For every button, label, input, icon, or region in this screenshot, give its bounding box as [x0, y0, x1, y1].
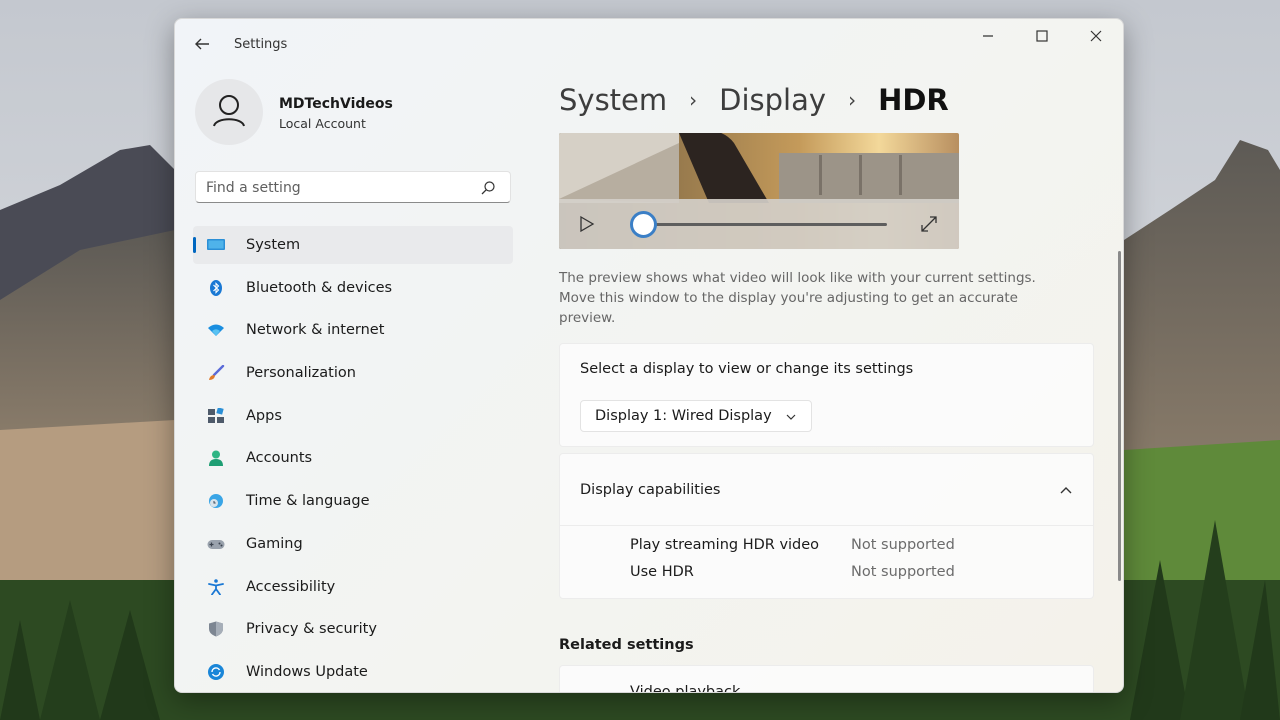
video-playback-card[interactable]: Video playback — [559, 665, 1094, 693]
play-icon[interactable] — [577, 214, 597, 234]
related-settings-heading: Related settings — [559, 637, 694, 653]
sidebar-item-label: Personalization — [246, 365, 356, 382]
capability-label: Use HDR — [630, 564, 694, 580]
apps-icon — [208, 407, 224, 423]
fullscreen-icon[interactable] — [919, 214, 939, 234]
video-controls — [559, 199, 959, 249]
app-title: Settings — [234, 37, 288, 52]
display-capabilities-title: Display capabilities — [580, 482, 721, 498]
globe-clock-icon — [209, 494, 223, 509]
sidebar-item-accounts[interactable]: Accounts — [193, 439, 513, 477]
sidebar-item-label: Bluetooth & devices — [246, 279, 393, 296]
sidebar-item-label: Accounts — [246, 450, 313, 467]
sidebar-item-bluetooth[interactable]: Bluetooth & devices — [193, 269, 513, 307]
sidebar-item-label: Time & language — [246, 493, 370, 510]
scrollbar[interactable] — [1118, 251, 1121, 581]
settings-window: Settings MDTechVideos Local Account Find… — [174, 18, 1124, 693]
breadcrumb-system[interactable]: System — [559, 83, 667, 117]
display-capabilities-card: Display capabilities Play streaming HDR … — [559, 453, 1094, 599]
sidebar-item-label: Gaming — [246, 535, 303, 552]
account-type: Local Account — [279, 116, 366, 131]
hdr-video-preview — [559, 133, 959, 249]
user-icon — [213, 95, 245, 127]
search-box[interactable] — [195, 171, 511, 203]
select-display-title: Select a display to view or change its s… — [580, 361, 914, 377]
sidebar-item-apps[interactable]: Apps — [193, 397, 513, 435]
sidebar-item-system[interactable]: System — [193, 226, 513, 264]
video-playback-label: Video playback — [630, 684, 741, 693]
sidebar-item-gaming[interactable]: Gaming — [193, 525, 513, 563]
video-playback-icon — [582, 692, 602, 693]
update-icon — [208, 663, 224, 680]
monitor-icon — [207, 239, 225, 250]
capability-row: Use HDR Not supported — [630, 564, 1070, 586]
profile-name: MDTechVideos — [279, 96, 393, 112]
capability-value: Not supported — [851, 537, 955, 553]
chevron-down-icon — [786, 414, 796, 420]
display-capabilities-header[interactable]: Display capabilities — [560, 454, 1093, 526]
select-display-card: Select a display to view or change its s… — [559, 343, 1094, 447]
sidebar-item-privacy-security[interactable]: Privacy & security — [193, 610, 513, 648]
display-dropdown-value: Display 1: Wired Display — [595, 408, 772, 424]
breadcrumb: System › Display › HDR — [559, 79, 949, 121]
sidebar-item-personalization[interactable]: Personalization — [193, 354, 513, 392]
search-icon[interactable] — [480, 180, 496, 196]
sidebar-item-label: System — [246, 237, 301, 253]
brush-icon — [209, 365, 225, 381]
avatar[interactable] — [195, 79, 263, 145]
sidebar-item-label: Accessibility — [246, 578, 336, 595]
capability-label: Play streaming HDR video — [630, 537, 820, 553]
wifi-icon — [208, 324, 224, 337]
capability-row: Play streaming HDR video Not supported — [630, 537, 1070, 559]
sidebar-item-label: Network & internet — [246, 322, 385, 339]
sidebar-item-windows-update[interactable]: Windows Update — [193, 653, 513, 691]
gamepad-icon — [207, 539, 225, 549]
title-bar: Settings — [175, 19, 1123, 67]
display-dropdown[interactable]: Display 1: Wired Display — [580, 400, 812, 432]
preview-description: The preview shows what video will look l… — [559, 270, 1036, 326]
page-title: HDR — [878, 83, 949, 117]
search-input[interactable] — [206, 178, 466, 198]
maximize-icon[interactable] — [1019, 25, 1065, 57]
breadcrumb-separator: › — [689, 88, 698, 112]
bluetooth-icon — [210, 279, 222, 296]
sidebar-nav: System Bluetooth & devices Network & int… — [193, 226, 513, 692]
sidebar-item-label: Privacy & security — [246, 621, 377, 638]
sidebar-item-network[interactable]: Network & internet — [193, 311, 513, 349]
breadcrumb-separator: › — [848, 88, 857, 112]
close-icon[interactable] — [1073, 25, 1119, 57]
capability-value: Not supported — [851, 564, 955, 580]
accessibility-icon — [208, 578, 224, 595]
sidebar-item-time-language[interactable]: Time & language — [193, 482, 513, 520]
sidebar-item-accessibility[interactable]: Accessibility — [193, 568, 513, 606]
sidebar-item-label: Apps — [246, 407, 282, 424]
minimize-icon[interactable] — [965, 25, 1011, 57]
back-arrow-icon[interactable] — [191, 33, 213, 55]
seek-bar[interactable] — [641, 223, 887, 226]
chevron-up-icon[interactable] — [1059, 484, 1073, 496]
breadcrumb-display[interactable]: Display — [719, 83, 826, 117]
seek-thumb[interactable] — [630, 211, 657, 238]
sidebar-item-label: Windows Update — [246, 663, 368, 680]
shield-icon — [209, 621, 223, 637]
person-icon — [209, 450, 223, 467]
